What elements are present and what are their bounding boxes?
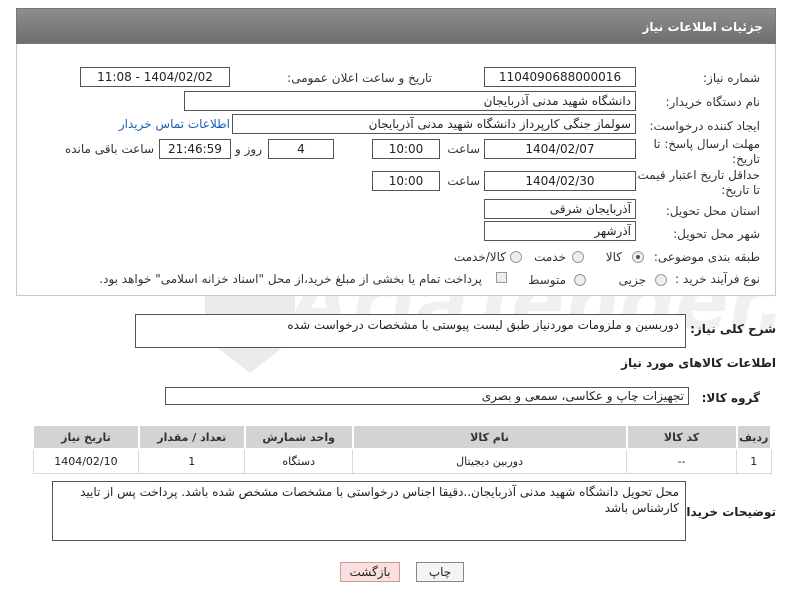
category-option-service: خدمت xyxy=(534,250,566,264)
buyer-notes-field: محل تحویل دانشگاه شهید مدنی آذربایجان..د… xyxy=(52,481,686,541)
buyer-contact-link[interactable]: اطلاعات تماس خریدار xyxy=(119,117,230,131)
announce-label: تاریخ و ساعت اعلان عمومی: xyxy=(287,71,432,85)
category-radio-goods[interactable] xyxy=(632,251,644,263)
goods-group-label: گروه کالا: xyxy=(701,391,760,405)
remaining-label: ساعت باقی مانده xyxy=(64,142,154,156)
price-date-field: 1404/02/30 xyxy=(484,171,636,191)
reply-deadline-label-2: تاریخ: xyxy=(732,152,760,166)
goods-group-field: تجهیزات چاپ و عکاسی، سمعی و بصری xyxy=(165,387,689,405)
print-button[interactable]: چاپ xyxy=(416,562,464,582)
table-header-cell: کد کالا xyxy=(625,424,738,450)
buyer-org-field: دانشگاه شهید مدنی آذربایجان xyxy=(184,91,636,111)
table-header-row: ردیف کد کالا نام کالا واحد شمارش تعداد /… xyxy=(32,424,773,450)
need-number-field: 1104090688000016 xyxy=(484,67,636,87)
creator-field: سولماز جنگی کارپرداز دانشگاه شهید مدنی آ… xyxy=(232,114,636,134)
process-option-partial: جزیی xyxy=(618,273,646,287)
buyer-notes-label: توضیحات خریدار: xyxy=(674,505,776,519)
panel-title: جزئیات اطلاعات نیاز xyxy=(16,8,776,44)
goods-section-title: اطلاعات کالاهای مورد نیاز xyxy=(621,356,776,370)
table-header-cell: واحد شمارش xyxy=(243,424,354,450)
table-cell: دستگاه xyxy=(244,448,354,474)
category-radio-service[interactable] xyxy=(572,251,584,263)
description-field: دوربسین و ملزومات موردنیاز طبق لیست پیوس… xyxy=(135,314,686,348)
category-option-both: کالا/خدمت xyxy=(453,250,506,264)
table-header-cell: ردیف xyxy=(735,424,773,450)
process-option-medium: متوسط xyxy=(528,273,566,287)
category-radio-both[interactable] xyxy=(510,251,522,263)
description-label: شرح کلی نیاز: xyxy=(690,322,776,336)
price-time-label: ساعت xyxy=(447,174,480,188)
category-label: طبقه بندی موضوعی: xyxy=(653,250,760,264)
process-radio-medium[interactable] xyxy=(574,274,586,286)
need-number-label: شماره نیاز: xyxy=(703,71,760,85)
table-cell: -- xyxy=(626,448,738,474)
price-deadline-label: حداقل تاریخ اعتبار قیمت: xyxy=(633,168,760,182)
remaining-time-field: 21:46:59 xyxy=(159,139,231,159)
payment-note: پرداخت تمام یا بخشی از مبلغ خرید،از محل … xyxy=(99,272,482,286)
table-row: 1 -- دوربین دیجیتال دستگاه 1 1404/02/10 xyxy=(32,448,772,474)
table-cell: دوربین دیجیتال xyxy=(352,448,628,474)
treasury-payment-checkbox[interactable] xyxy=(496,272,507,283)
table-cell: 1 xyxy=(736,448,772,474)
table-header-cell: نام کالا xyxy=(351,424,628,450)
back-button[interactable]: بازگشت xyxy=(340,562,400,582)
creator-label: ایجاد کننده درخواست: xyxy=(649,119,760,133)
city-label: شهر محل تحویل: xyxy=(673,227,760,241)
process-radio-partial[interactable] xyxy=(655,274,667,286)
announce-date-field: 1404/02/02 - 11:08 xyxy=(80,67,230,87)
province-label: استان محل تحویل: xyxy=(665,204,760,218)
price-deadline-label-2: تا تاریخ: xyxy=(721,183,760,197)
table-cell: 1 xyxy=(138,448,246,474)
table-header-cell: تاریخ نیاز xyxy=(32,424,140,450)
reply-deadline-label: مهلت ارسال پاسخ: تا xyxy=(653,137,760,151)
reply-time-label: ساعت xyxy=(447,142,480,156)
city-field: آذرشهر xyxy=(484,221,636,241)
category-option-goods: کالا xyxy=(605,250,622,264)
items-table: ردیف کد کالا نام کالا واحد شمارش تعداد /… xyxy=(32,424,773,474)
days-label: روز و xyxy=(235,142,262,156)
table-cell: 1404/02/10 xyxy=(32,448,140,474)
buyer-org-label: نام دستگاه خریدار: xyxy=(665,95,761,109)
process-label: نوع فرآیند خرید : xyxy=(675,272,760,286)
reply-time-field: 10:00 xyxy=(372,139,440,159)
province-field: آذربایجان شرقی xyxy=(484,199,636,219)
price-time-field: 10:00 xyxy=(372,171,440,191)
table-header-cell: تعداد / مقدار xyxy=(137,424,246,450)
reply-date-field: 1404/02/07 xyxy=(484,139,636,159)
days-field: 4 xyxy=(268,139,334,159)
